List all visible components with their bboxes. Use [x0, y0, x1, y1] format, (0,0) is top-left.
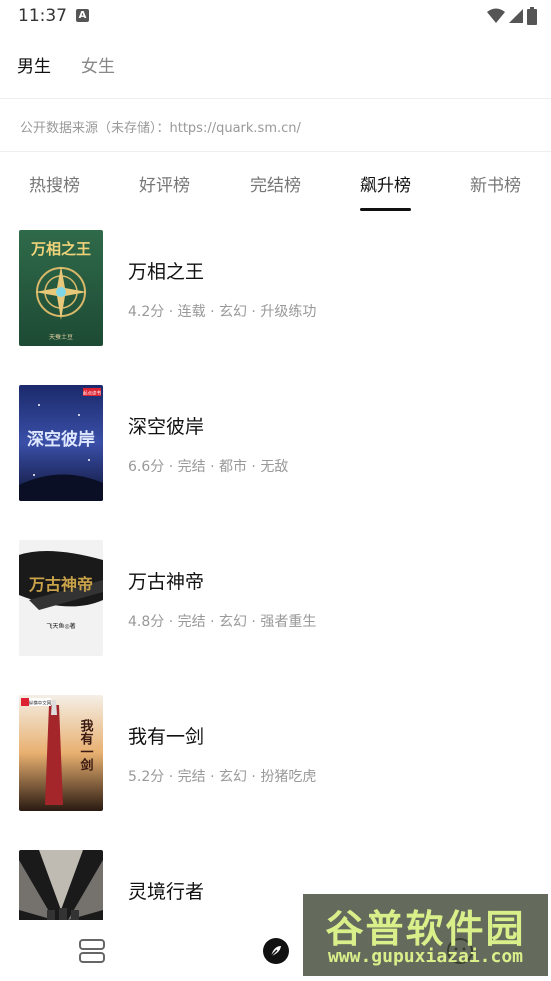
compass-icon[interactable] [262, 937, 290, 965]
active-tab-indicator [360, 208, 411, 211]
watermark: 谷普软件园 www.gupuxiazai.com [303, 894, 548, 976]
book-title: 我有一剑 [128, 726, 205, 748]
watermark-title: 谷普软件园 [325, 907, 526, 951]
book-list: 万相之王 天蚕土豆 万相之王 4.2分 · 连载 · 玄幻 · 升级练功 起点读… [0, 212, 551, 920]
book-title: 万相之王 [128, 261, 205, 283]
book-item[interactable]: 万古神帝 飞天鱼◎著 万古神帝 4.8分 · 完结 · 玄幻 · 强者重生 [0, 522, 551, 676]
divider [0, 98, 551, 99]
cover-badge: 起点读书 [83, 390, 101, 397]
tab-top-rated[interactable]: 好评榜 [139, 171, 190, 196]
wifi-icon [487, 8, 505, 23]
book-item[interactable]: 起点读书 深空彼岸 深空彼岸 6.6分 · 完结 · 都市 · 无敌 [0, 367, 551, 521]
book-item[interactable]: 纵横中文网 我有一剑 我有一剑 5.2分 · 完结 · 玄幻 · 扮猪吃虎 [0, 677, 551, 831]
ranking-tabs: 热搜榜 好评榜 完结榜 飙升榜 新书榜 [0, 155, 551, 211]
book-item[interactable]: 万相之王 天蚕土豆 万相之王 4.2分 · 连载 · 玄幻 · 升级练功 [0, 212, 551, 366]
book-meta: 5.2分 · 完结 · 玄幻 · 扮猪吃虎 [128, 769, 317, 785]
cover-title: 万相之王 [30, 240, 91, 258]
status-bar: 11:37 A [0, 0, 551, 32]
book-meta: 4.2分 · 连载 · 玄幻 · 升级练功 [128, 304, 317, 320]
tab-male[interactable]: 男生 [17, 52, 51, 77]
tab-completed[interactable]: 完结榜 [250, 171, 301, 196]
notification-icon: A [76, 9, 89, 22]
status-time: 11:37 [18, 6, 67, 26]
watermark-url: www.gupuxiazai.com [327, 946, 524, 967]
book-meta: 4.8分 · 完结 · 玄幻 · 强者重生 [128, 614, 317, 630]
cover-author: 飞天鱼◎著 [46, 622, 75, 630]
book-cover: 起点读书 深空彼岸 [19, 385, 103, 501]
book-cover [19, 850, 103, 920]
battery-icon [527, 7, 537, 25]
book-meta: 6.6分 · 完结 · 都市 · 无敌 [128, 459, 289, 475]
data-source-note: 公开数据来源（未存储）：https://quark.sm.cn/ [20, 121, 301, 136]
cover-title: 我有一剑 [78, 718, 95, 772]
book-title: 万古神帝 [128, 571, 205, 593]
book-title: 深空彼岸 [128, 416, 205, 438]
book-cover: 万相之王 天蚕土豆 [19, 230, 103, 346]
bookshelf-icon[interactable] [78, 938, 106, 964]
cover-title: 万古神帝 [28, 575, 93, 594]
signal-icon [509, 9, 523, 23]
tab-new-books[interactable]: 新书榜 [470, 171, 521, 196]
status-icons [487, 7, 537, 25]
divider [0, 151, 551, 152]
tab-rising[interactable]: 飙升榜 [360, 171, 411, 196]
book-cover: 纵横中文网 我有一剑 [19, 695, 103, 811]
cover-title: 深空彼岸 [27, 429, 95, 450]
gender-tabs: 男生 女生 [0, 44, 551, 84]
tab-female[interactable]: 女生 [81, 52, 115, 77]
tab-hot-search[interactable]: 热搜榜 [29, 171, 80, 196]
cover-author: 天蚕土豆 [49, 333, 73, 341]
cover-badge: 纵横中文网 [29, 700, 52, 707]
book-title: 灵境行者 [128, 881, 205, 903]
book-cover: 万古神帝 飞天鱼◎著 [19, 540, 103, 656]
